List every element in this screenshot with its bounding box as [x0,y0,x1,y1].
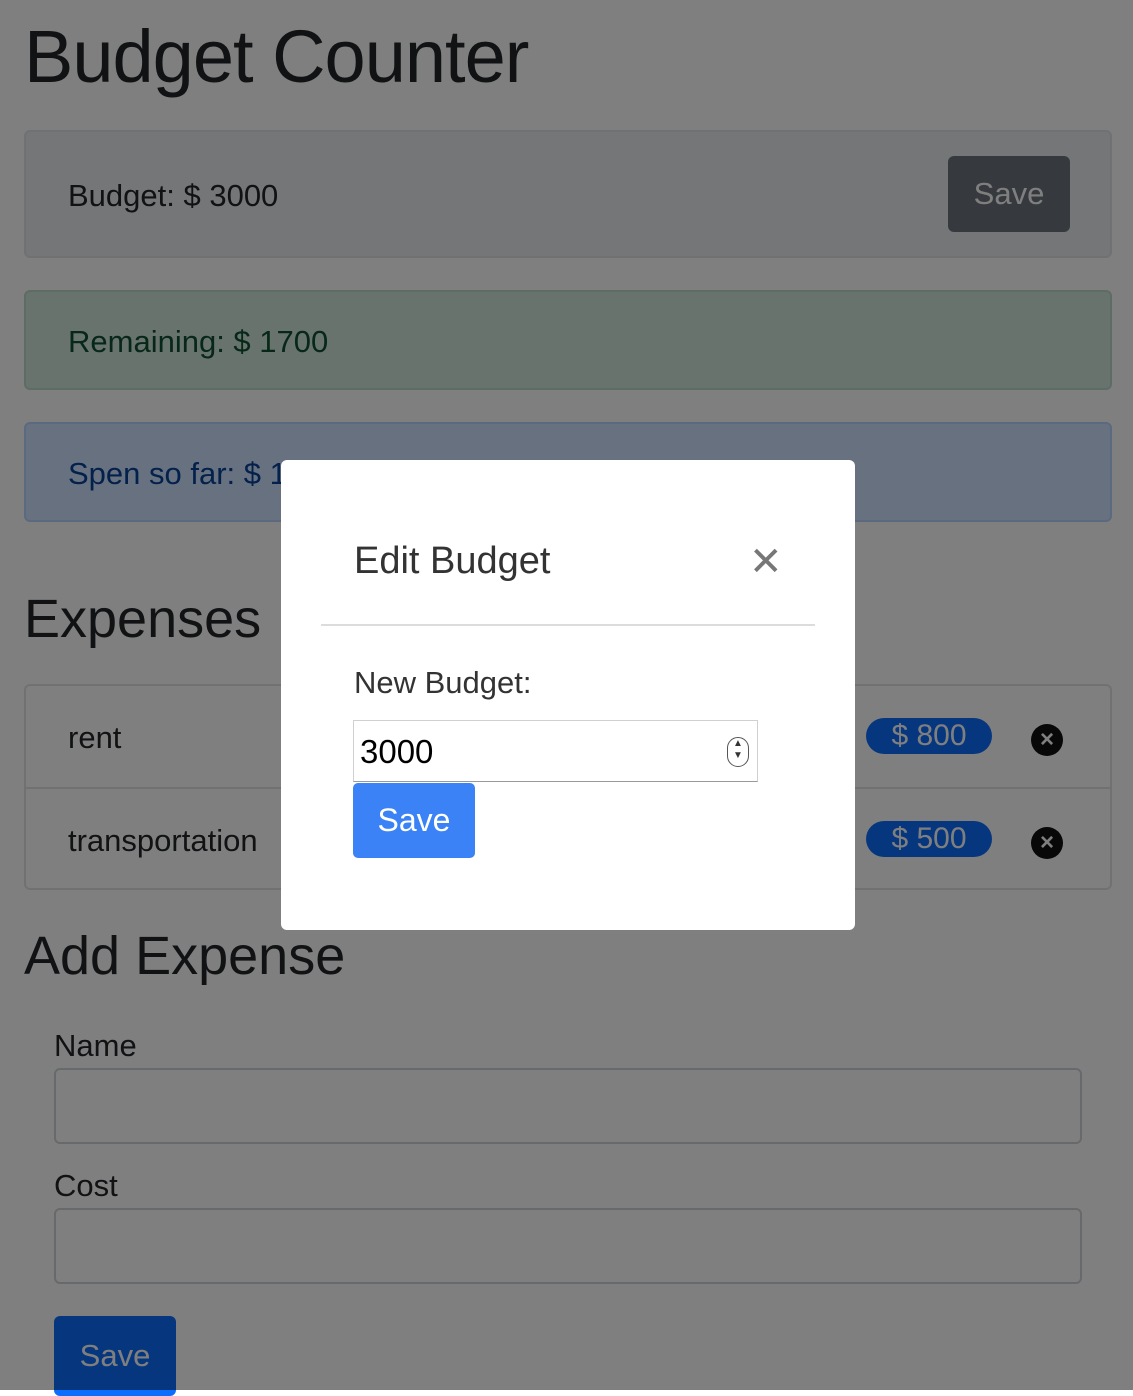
new-budget-label: New Budget: [354,665,532,700]
edit-budget-modal: Edit Budget ✕ New Budget: 3000 ▲ ▼ Save [281,460,855,930]
new-budget-input[interactable]: 3000 ▲ ▼ [353,720,758,782]
modal-title: Edit Budget [354,540,551,582]
new-budget-value: 3000 [360,733,434,770]
modal-save-button[interactable]: Save [353,783,475,858]
number-stepper-icon[interactable]: ▲ ▼ [727,737,749,767]
close-icon[interactable]: ✕ [749,542,783,582]
modal-divider [321,624,815,626]
